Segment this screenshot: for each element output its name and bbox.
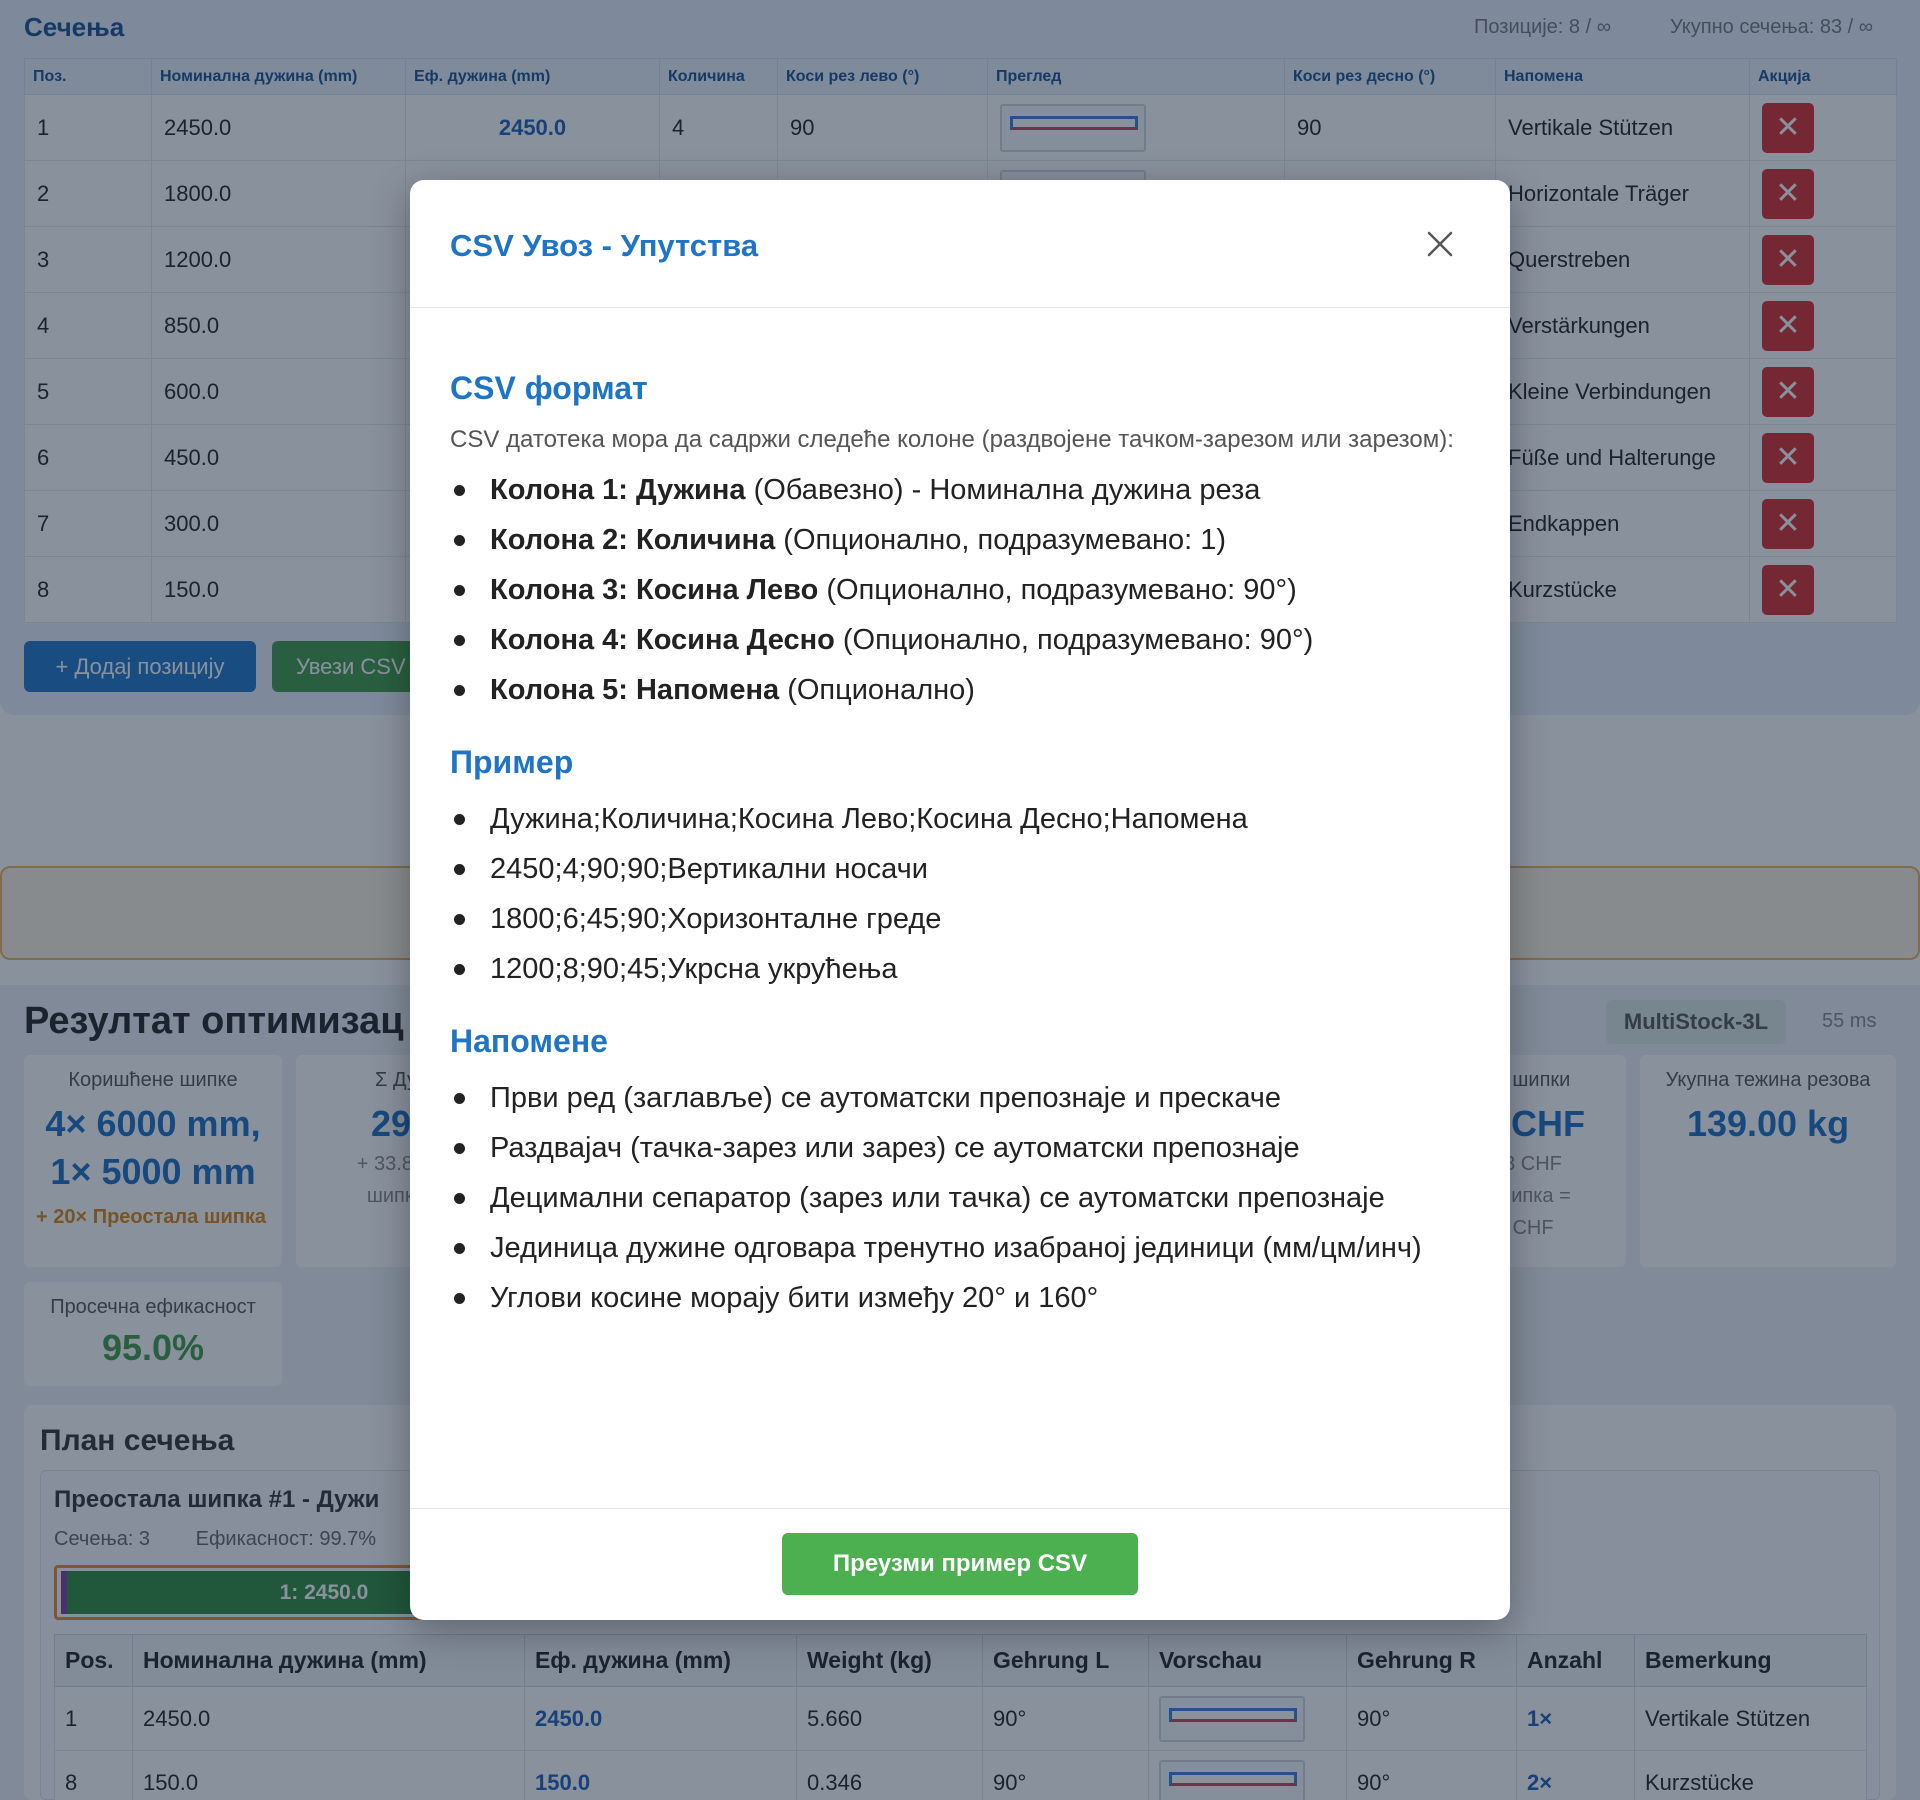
list-item: Први ред (заглавље) се аутоматски препоз… xyxy=(450,1078,1470,1118)
list-item: Колона 1: Дужина (Обавезно) - Номинална … xyxy=(450,470,1470,510)
close-icon[interactable] xyxy=(1420,224,1460,264)
modal-footer: Преузми пример CSV xyxy=(410,1508,1510,1620)
list-item: 1200;8;90;45;Укрсна укрућења xyxy=(450,949,1470,989)
list-item: Колона 2: Количина (Опционално, подразум… xyxy=(450,520,1470,560)
list-item: 1800;6;45;90;Хоризонталне греде xyxy=(450,899,1470,939)
modal-header: CSV Увоз - Упутства xyxy=(410,180,1510,308)
example-title: Пример xyxy=(450,744,574,780)
list-item: Колона 3: Косина Лево (Опционално, подра… xyxy=(450,570,1470,610)
download-example-csv-button[interactable]: Преузми пример CSV xyxy=(782,1533,1138,1595)
notes-list: Први ред (заглавље) се аутоматски препоз… xyxy=(450,1078,1470,1318)
example-list: Дужина;Количина;Косина Лево;Косина Десно… xyxy=(450,799,1470,989)
notes-title: Напомене xyxy=(450,1023,608,1059)
csv-format-title: CSV формат xyxy=(450,370,648,406)
modal-title: CSV Увоз - Упутства xyxy=(450,228,759,263)
list-item: Углови косине морају бити између 20° и 1… xyxy=(450,1278,1470,1318)
list-item: Јединица дужине одговара тренутно изабра… xyxy=(450,1228,1470,1268)
list-item: 2450;4;90;90;Вертикални носачи xyxy=(450,849,1470,889)
list-item: Раздвајач (тачка-зарез или зарез) се аут… xyxy=(450,1128,1470,1168)
list-item: Децимални сепаратор (зарез или тачка) се… xyxy=(450,1178,1470,1218)
list-item: Дужина;Количина;Косина Лево;Косина Десно… xyxy=(450,799,1470,839)
csv-import-modal: CSV Увоз - Упутства CSV формат CSV датот… xyxy=(410,180,1510,1620)
csv-columns-list: Колона 1: Дужина (Обавезно) - Номинална … xyxy=(450,470,1470,710)
list-item: Колона 5: Напомена (Опционално) xyxy=(450,670,1470,710)
list-item: Колона 4: Косина Десно (Опционално, подр… xyxy=(450,620,1470,660)
modal-body: CSV формат CSV датотека мора да садржи с… xyxy=(450,308,1470,1328)
csv-format-intro: CSV датотека мора да садржи следеће коло… xyxy=(450,426,1454,453)
